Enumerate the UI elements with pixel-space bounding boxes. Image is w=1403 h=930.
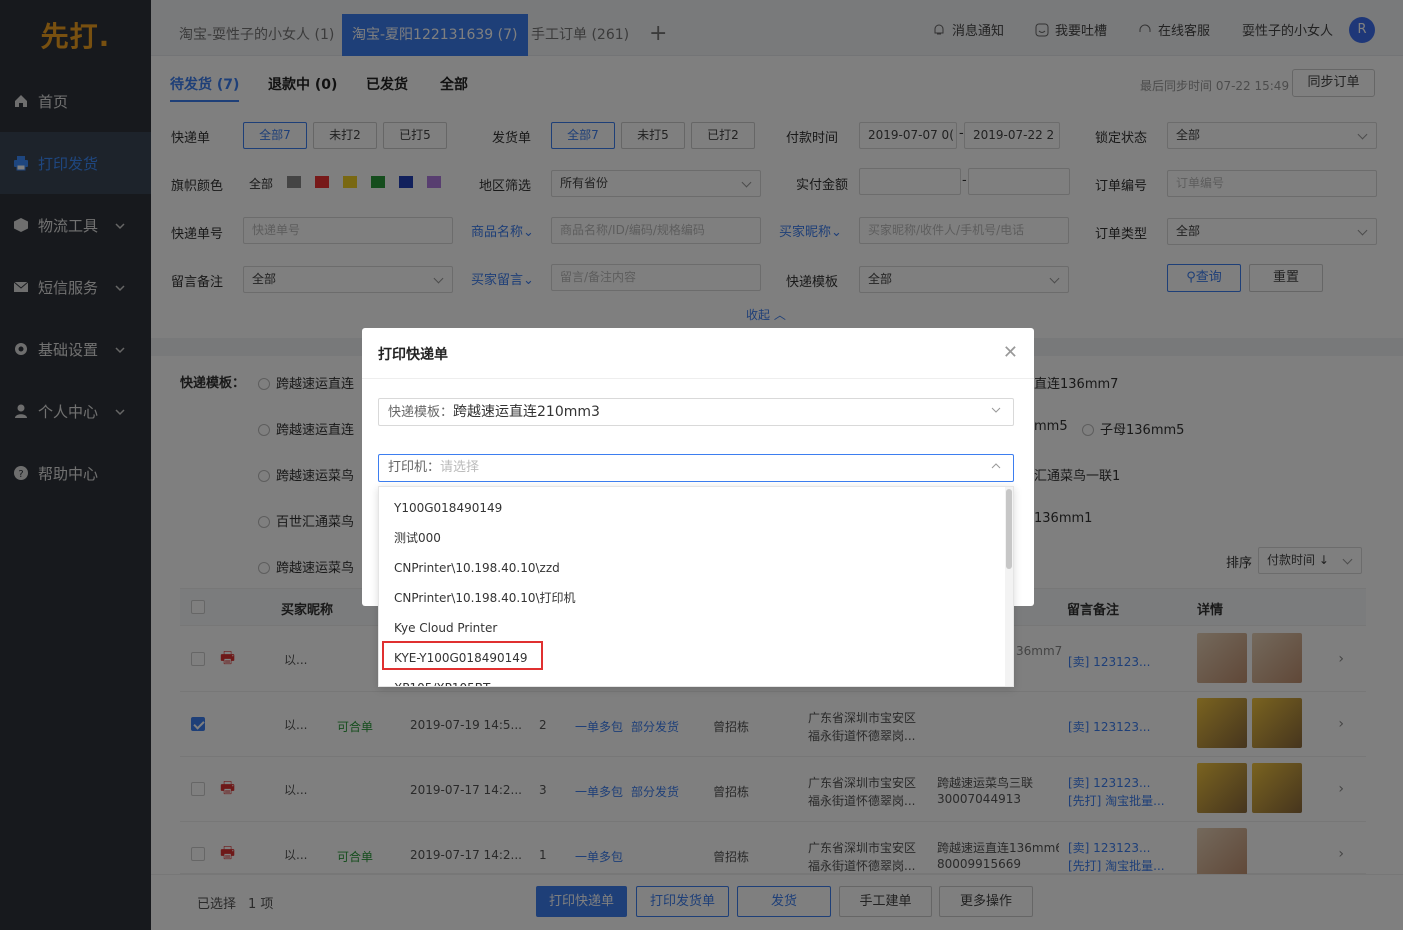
- dialog-printer-label: 打印机：: [388, 460, 441, 475]
- printer-option[interactable]: 测试000: [379, 523, 1013, 553]
- dialog-title: 打印快递单: [378, 347, 448, 363]
- dialog-printer-placeholder: 请选择: [440, 460, 480, 475]
- chevron-up-icon: [991, 455, 1001, 481]
- printer-option[interactable]: Y100G018490149: [379, 493, 1013, 523]
- dialog-template-select[interactable]: 快递模板：跨越速运直连210mm3: [378, 398, 1014, 426]
- scrollbar-thumb[interactable]: [1006, 489, 1012, 569]
- dialog-divider: [362, 378, 1034, 379]
- dialog-template-value: 跨越速运直连210mm3: [453, 404, 600, 420]
- dialog-printer-select[interactable]: 打印机：请选择: [378, 454, 1014, 482]
- printer-option[interactable]: Kye Cloud Printer: [379, 613, 1013, 643]
- dropdown-scrollbar[interactable]: [1005, 487, 1013, 686]
- close-icon[interactable]: ✕: [1003, 342, 1018, 363]
- highlight-box: [382, 641, 543, 670]
- chevron-down-icon: [991, 399, 1001, 425]
- dialog-template-label: 快递模板：: [388, 405, 454, 420]
- printer-option[interactable]: XP105/XP105BT: [379, 673, 1013, 686]
- printer-option[interactable]: CNPrinter\10.198.40.10\打印机: [379, 583, 1013, 613]
- app-root: 先打. 首页 打印发货 物流工具 短信服务 基础设置 个人中心 ?帮助中心 淘宝…: [0, 0, 1403, 930]
- printer-option[interactable]: CNPrinter\10.198.40.10\zzd: [379, 553, 1013, 583]
